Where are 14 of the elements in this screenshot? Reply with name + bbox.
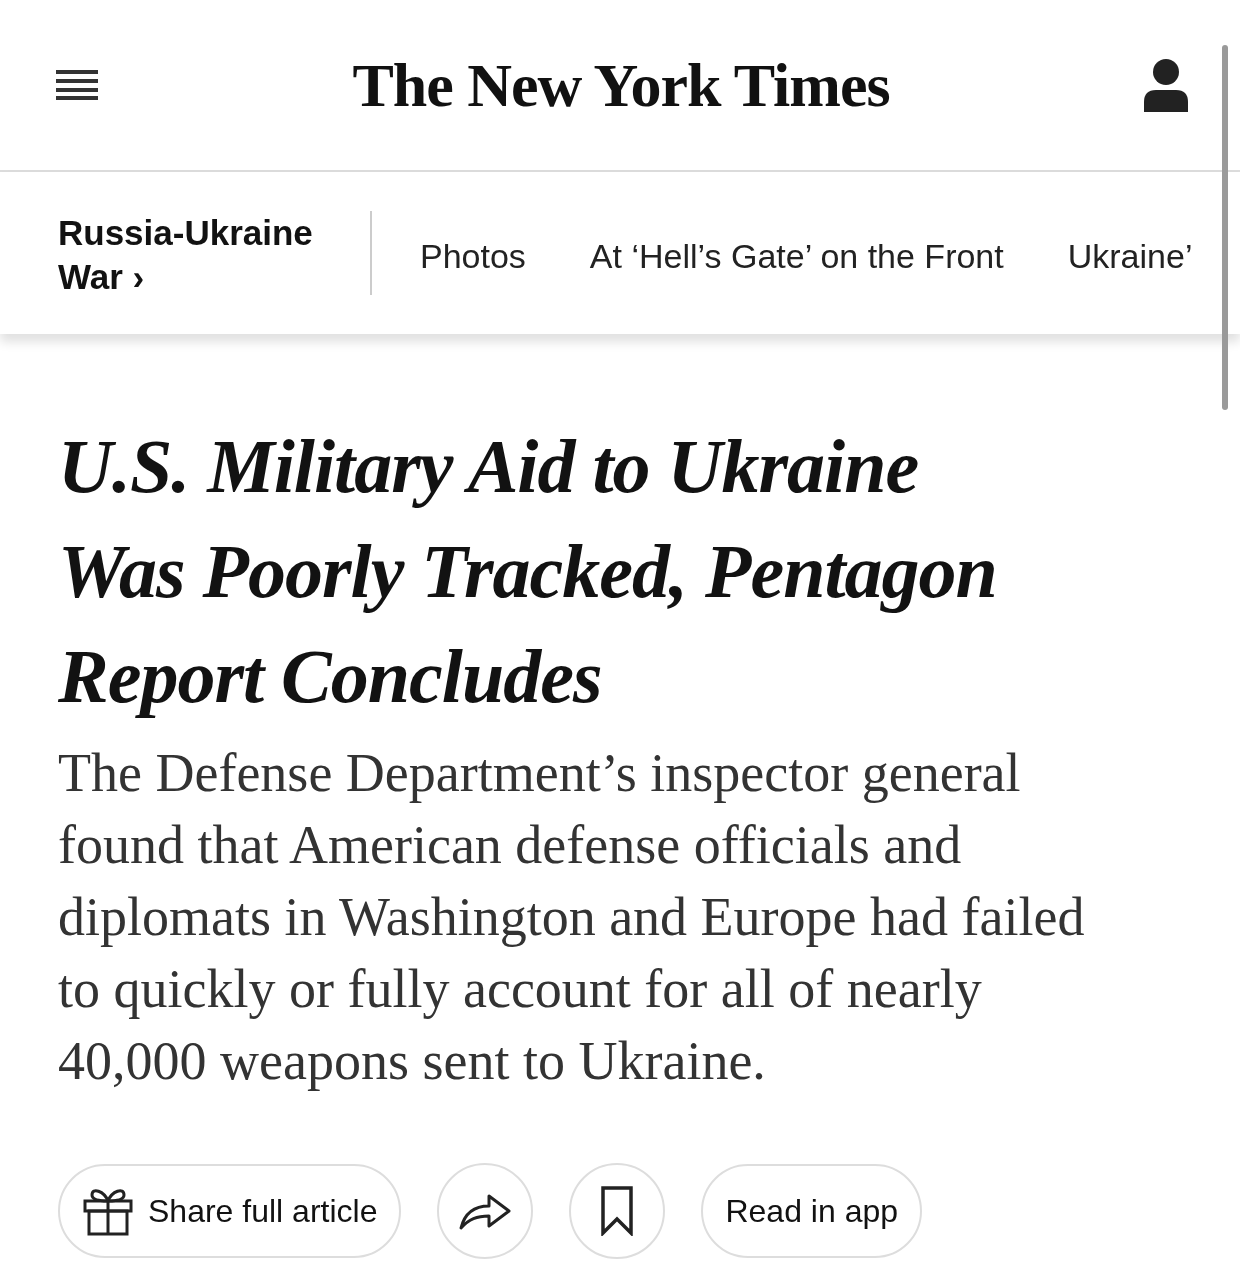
nav-link[interactable]: Photos bbox=[420, 236, 526, 276]
scrollbar[interactable] bbox=[1222, 45, 1228, 410]
nav-link[interactable]: At ‘Hell’s Gate’ on the Front bbox=[589, 236, 1004, 276]
logo[interactable]: The New York Times bbox=[352, 49, 890, 121]
bookmark-icon bbox=[601, 1186, 634, 1236]
share-icon bbox=[459, 1192, 512, 1230]
nav-link[interactable]: Ukraine’ bbox=[1067, 236, 1193, 276]
user-icon[interactable] bbox=[1144, 58, 1188, 112]
article-summary: The Defense Department’s inspector general found that American defense officials and diplomats in Washington and Europe had failed to quickly or fully account for all of nearly 40,000 weapons sent to Ukraine. bbox=[58, 742, 1086, 1093]
section-link[interactable]: Russia-Ukraine War › bbox=[58, 211, 350, 299]
headline: U.S. Military Aid to Ukraine Was Poorly Tracked, Pentagon Report Concludes bbox=[58, 423, 998, 720]
read-in-app-button[interactable]: Read in app bbox=[701, 1164, 922, 1258]
menu-icon[interactable] bbox=[56, 70, 98, 100]
share-article-button[interactable]: Share full article bbox=[58, 1164, 402, 1258]
